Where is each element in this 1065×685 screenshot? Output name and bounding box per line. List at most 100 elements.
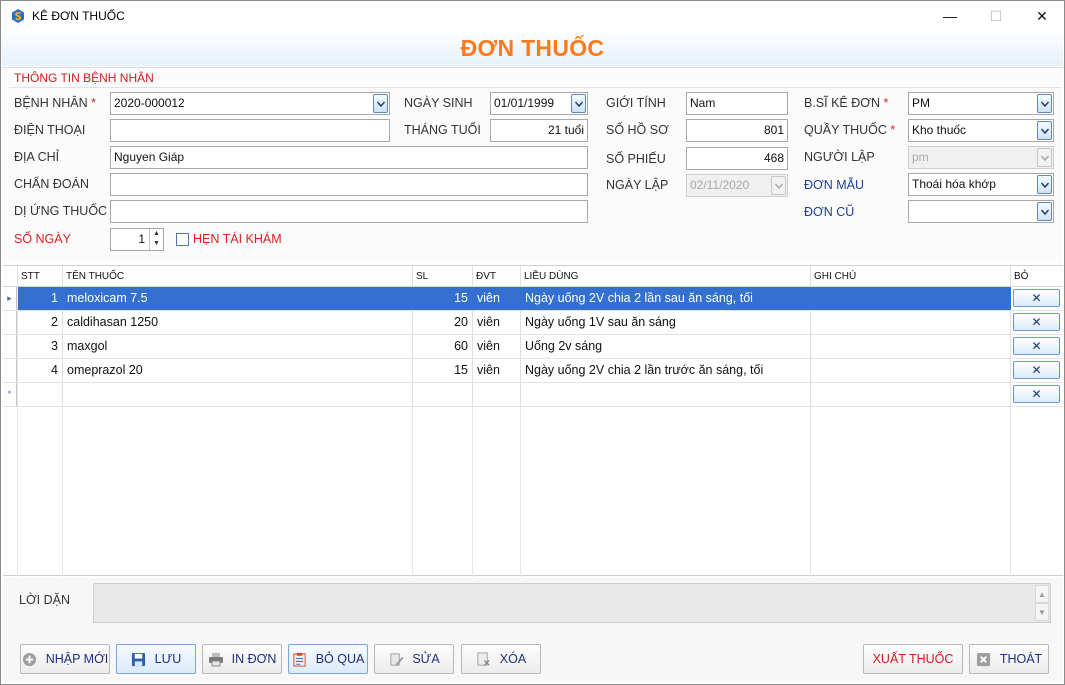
dien-thoai-field[interactable] bbox=[110, 119, 390, 142]
ngay-sinh-label: NGÀY SINH bbox=[404, 96, 473, 110]
table-row[interactable]: 4 omeprazol 20 15 viên Ngày uống 2V chia… bbox=[3, 359, 1063, 383]
grid-header: STT TÊN THUỐC SL ĐVT LIỀU DÙNG GHI CHÚ B… bbox=[3, 266, 1063, 287]
table-row[interactable]: 3 maxgol 60 viên Uống 2v sáng ✕ bbox=[3, 335, 1063, 359]
chan-doan-field[interactable] bbox=[110, 173, 588, 196]
nguoi-lap-value: pm bbox=[912, 150, 929, 164]
cell-sl[interactable]: 20 bbox=[413, 311, 473, 334]
don-mau-combobox[interactable]: Thoái hóa khớp bbox=[908, 173, 1054, 196]
cell-lieu-dung[interactable]: Ngày uống 2V chia 2 lần trước ăn sáng, t… bbox=[521, 359, 811, 382]
benh-nhan-combobox[interactable]: 2020-000012 bbox=[110, 92, 390, 115]
so-phieu-field[interactable]: 468 bbox=[686, 147, 788, 170]
dia-chi-field[interactable]: Nguyen Giáp bbox=[110, 146, 588, 169]
gioi-tinh-field[interactable]: Nam bbox=[686, 92, 788, 115]
new-row-indicator: * bbox=[3, 383, 17, 406]
remove-row-button[interactable]: ✕ bbox=[1013, 337, 1060, 355]
cell-lieu-dung[interactable]: Uống 2v sáng bbox=[521, 335, 811, 358]
cell-sl[interactable] bbox=[413, 383, 473, 406]
bs-ke-don-combobox[interactable]: PM bbox=[908, 92, 1054, 115]
chevron-down-icon[interactable] bbox=[1037, 121, 1052, 140]
row-selector[interactable] bbox=[3, 359, 17, 382]
column-header-ten-thuoc[interactable]: TÊN THUỐC bbox=[63, 266, 413, 287]
cell-ten-thuoc[interactable]: maxgol bbox=[63, 335, 413, 358]
cell-ghi-chu[interactable] bbox=[811, 359, 1011, 382]
cell-stt[interactable]: 2 bbox=[18, 311, 63, 334]
cell-stt[interactable]: 1 bbox=[18, 287, 63, 310]
scroll-down-icon[interactable]: ▼ bbox=[1035, 603, 1049, 621]
so-ngay-stepper[interactable]: 1 ▲ ▼ bbox=[110, 228, 164, 251]
stepper-arrows[interactable]: ▲ ▼ bbox=[149, 229, 163, 250]
so-ho-so-field[interactable]: 801 bbox=[686, 119, 788, 142]
scroll-up-icon[interactable]: ▲ bbox=[1035, 585, 1049, 603]
chevron-down-icon[interactable] bbox=[1037, 94, 1052, 113]
table-row[interactable]: 2 caldihasan 1250 20 viên Ngày uống 1V s… bbox=[3, 311, 1063, 335]
luu-button[interactable]: LƯU bbox=[116, 644, 196, 674]
cell-dvt[interactable] bbox=[473, 383, 521, 406]
column-header-dvt[interactable]: ĐVT bbox=[473, 266, 521, 287]
di-ung-thuoc-field[interactable] bbox=[110, 200, 588, 223]
cell-lieu-dung[interactable]: Ngày uống 2V chia 2 lần sau ăn sáng, tối bbox=[521, 287, 811, 310]
maximize-button[interactable]: ☐ bbox=[973, 1, 1019, 31]
remove-row-button[interactable]: ✕ bbox=[1013, 361, 1060, 379]
column-header-bo[interactable]: BỎ bbox=[1011, 266, 1063, 287]
cell-stt[interactable] bbox=[18, 383, 63, 406]
cell-sl[interactable]: 15 bbox=[413, 287, 473, 310]
new-row[interactable]: * ✕ bbox=[3, 383, 1063, 407]
xuat-thuoc-label: XUẤT THUỐC bbox=[872, 652, 954, 666]
xuat-thuoc-button[interactable]: XUẤT THUỐC bbox=[863, 644, 963, 674]
column-header-lieu-dung[interactable]: LIỀU DÙNG bbox=[521, 266, 811, 287]
table-row[interactable]: ▸ 1 meloxicam 7.5 15 viên Ngày uống 2V c… bbox=[3, 287, 1063, 311]
quay-thuoc-combobox[interactable]: Kho thuốc bbox=[908, 119, 1054, 142]
sua-button[interactable]: SỬA bbox=[374, 644, 454, 674]
cell-dvt[interactable]: viên bbox=[473, 311, 521, 334]
loi-dan-textarea[interactable]: ▲ ▼ bbox=[93, 583, 1051, 623]
chevron-down-icon[interactable] bbox=[1037, 175, 1052, 194]
column-header-stt[interactable]: STT bbox=[18, 266, 63, 287]
cell-lieu-dung[interactable]: Ngày uống 1V sau ăn sáng bbox=[521, 311, 811, 334]
thoat-button[interactable]: THOÁT bbox=[969, 644, 1049, 674]
cell-ten-thuoc[interactable] bbox=[63, 383, 413, 406]
pencil-icon bbox=[388, 651, 404, 667]
minimize-button[interactable]: — bbox=[927, 1, 973, 31]
row-selector[interactable] bbox=[3, 311, 17, 334]
cell-ten-thuoc[interactable]: meloxicam 7.5 bbox=[63, 287, 413, 310]
hen-tai-kham-checkbox[interactable] bbox=[176, 233, 189, 246]
cell-sl[interactable]: 15 bbox=[413, 359, 473, 382]
cell-ghi-chu[interactable] bbox=[811, 335, 1011, 358]
row-selector[interactable] bbox=[3, 335, 17, 358]
close-button[interactable]: ✕ bbox=[1019, 1, 1065, 31]
bo-qua-button[interactable]: BỎ QUA bbox=[288, 644, 368, 674]
cell-ghi-chu[interactable] bbox=[811, 287, 1011, 310]
cell-dvt[interactable]: viên bbox=[473, 335, 521, 358]
header-row-selector bbox=[3, 266, 18, 287]
textarea-scrollbar[interactable]: ▲ ▼ bbox=[1035, 585, 1049, 621]
remove-row-button[interactable]: ✕ bbox=[1013, 289, 1060, 307]
don-cu-combobox[interactable] bbox=[908, 200, 1054, 223]
xoa-button[interactable]: XÓA bbox=[461, 644, 541, 674]
cell-stt[interactable]: 3 bbox=[18, 335, 63, 358]
cell-ghi-chu[interactable] bbox=[811, 311, 1011, 334]
column-header-sl[interactable]: SL bbox=[413, 266, 473, 287]
chevron-down-icon[interactable] bbox=[373, 94, 388, 113]
delete-doc-icon bbox=[476, 651, 492, 667]
remove-row-button[interactable]: ✕ bbox=[1013, 313, 1060, 331]
chevron-down-icon[interactable] bbox=[571, 94, 586, 113]
cell-sl[interactable]: 60 bbox=[413, 335, 473, 358]
ngay-sinh-datepicker[interactable]: 01/01/1999 bbox=[490, 92, 588, 115]
cell-ten-thuoc[interactable]: omeprazol 20 bbox=[63, 359, 413, 382]
cell-ghi-chu[interactable] bbox=[811, 383, 1011, 406]
stepper-up-icon[interactable]: ▲ bbox=[150, 229, 163, 239]
chevron-down-icon[interactable] bbox=[1037, 202, 1052, 221]
close-box-icon bbox=[976, 651, 992, 667]
remove-row-button[interactable]: ✕ bbox=[1013, 385, 1060, 403]
column-header-ghi-chu[interactable]: GHI CHÚ bbox=[811, 266, 1011, 287]
minimize-icon: — bbox=[943, 8, 957, 24]
cell-lieu-dung[interactable] bbox=[521, 383, 811, 406]
cell-dvt[interactable]: viên bbox=[473, 359, 521, 382]
cell-dvt[interactable]: viên bbox=[473, 287, 521, 310]
in-don-button[interactable]: IN ĐƠN bbox=[202, 644, 282, 674]
cell-stt[interactable]: 4 bbox=[18, 359, 63, 382]
cell-ten-thuoc[interactable]: caldihasan 1250 bbox=[63, 311, 413, 334]
thang-tuoi-label: THÁNG TUỔI bbox=[404, 123, 481, 137]
stepper-down-icon[interactable]: ▼ bbox=[150, 239, 163, 249]
nhap-moi-button[interactable]: NHẬP MỚI bbox=[20, 644, 110, 674]
